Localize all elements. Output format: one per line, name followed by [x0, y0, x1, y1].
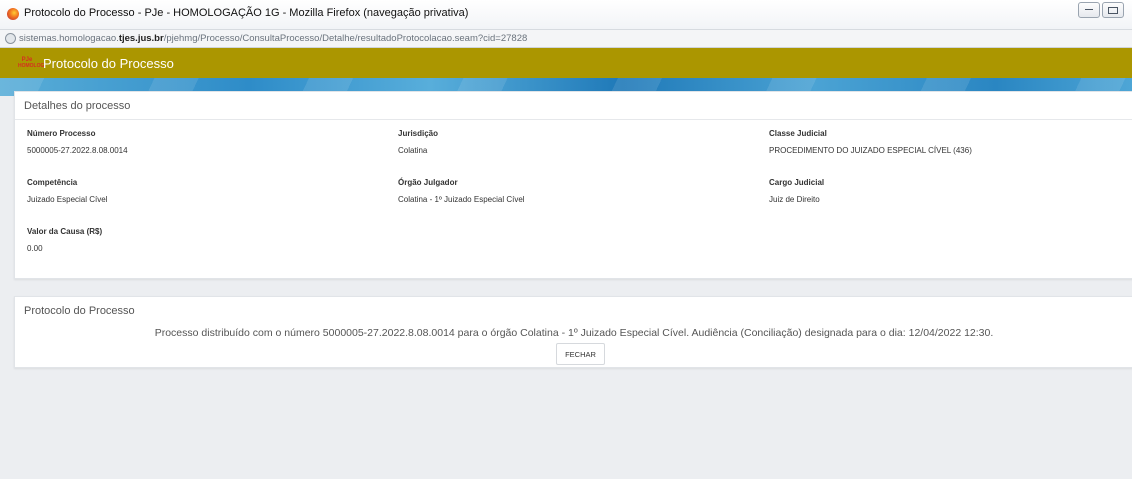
field-value: Colatina — [398, 146, 428, 155]
app-header: PJe HOMOLOG Protocolo do Processo — [0, 48, 1132, 78]
minimize-icon — [1085, 9, 1093, 11]
field-valor-causa: Valor da Causa (R$) 0.00 — [27, 227, 102, 253]
panel-title: Detalhes do processo — [24, 100, 131, 112]
field-value: Colatina - 1º Juizado Especial Cível — [398, 195, 525, 204]
panel-heading: Protocolo do Processo — [15, 297, 1132, 324]
field-value: 5000005-27.2022.8.08.0014 — [27, 146, 128, 155]
field-orgao-julgador: Órgão Julgador Colatina - 1º Juizado Esp… — [398, 178, 525, 204]
url-text[interactable]: sistemas.homologacao.tjes.jus.br/pjehmg/… — [19, 33, 527, 44]
field-numero-processo: Número Processo 5000005-27.2022.8.08.001… — [27, 129, 128, 155]
pje-logo[interactable]: PJe HOMOLOG — [18, 57, 44, 69]
field-value: Juiz de Direito — [769, 195, 820, 204]
field-label: Competência — [27, 178, 78, 187]
field-label: Número Processo — [27, 129, 96, 138]
field-competencia: Competência Juizado Especial Cível — [27, 178, 107, 204]
restore-button[interactable] — [1102, 2, 1124, 18]
window-title: Protocolo do Processo - PJe - HOMOLOGAÇÃ… — [24, 7, 469, 19]
firefox-icon — [7, 8, 19, 20]
field-cargo-judicial: Cargo Judicial Juiz de Direito — [769, 178, 824, 204]
field-label: Órgão Julgador — [398, 178, 458, 187]
close-button[interactable]: FECHAR — [556, 343, 605, 365]
globe-icon — [5, 33, 16, 44]
field-classe-judicial: Classe Judicial PROCEDIMENTO DO JUIZADO … — [769, 129, 972, 155]
field-label: Classe Judicial — [769, 129, 827, 138]
field-label: Cargo Judicial — [769, 178, 825, 187]
panel-title: Protocolo do Processo — [24, 305, 135, 317]
restore-icon — [1108, 6, 1118, 14]
panel-heading: Detalhes do processo — [15, 92, 1132, 120]
window-controls — [1078, 2, 1124, 18]
field-jurisdicao: Jurisdição Colatina — [398, 129, 438, 155]
field-label: Valor da Causa (R$) — [27, 227, 103, 236]
protocol-panel: Protocolo do Processo Processo distribuí… — [14, 296, 1132, 368]
browser-title-bar: Protocolo do Processo - PJe - HOMOLOGAÇÃ… — [0, 0, 1132, 30]
protocol-message: Processo distribuído com o número 500000… — [154, 327, 994, 339]
field-value: Juizado Especial Cível — [27, 195, 108, 204]
field-value: 0.00 — [27, 244, 43, 253]
field-label: Jurisdição — [398, 129, 439, 138]
address-bar[interactable]: sistemas.homologacao.tjes.jus.br/pjehmg/… — [0, 30, 1132, 48]
page-title: Protocolo do Processo — [43, 56, 174, 71]
process-details-panel: Detalhes do processo Número Processo 500… — [14, 91, 1132, 279]
field-value: PROCEDIMENTO DO JUIZADO ESPECIAL CÍVEL (… — [769, 146, 972, 155]
minimize-button[interactable] — [1078, 2, 1100, 18]
